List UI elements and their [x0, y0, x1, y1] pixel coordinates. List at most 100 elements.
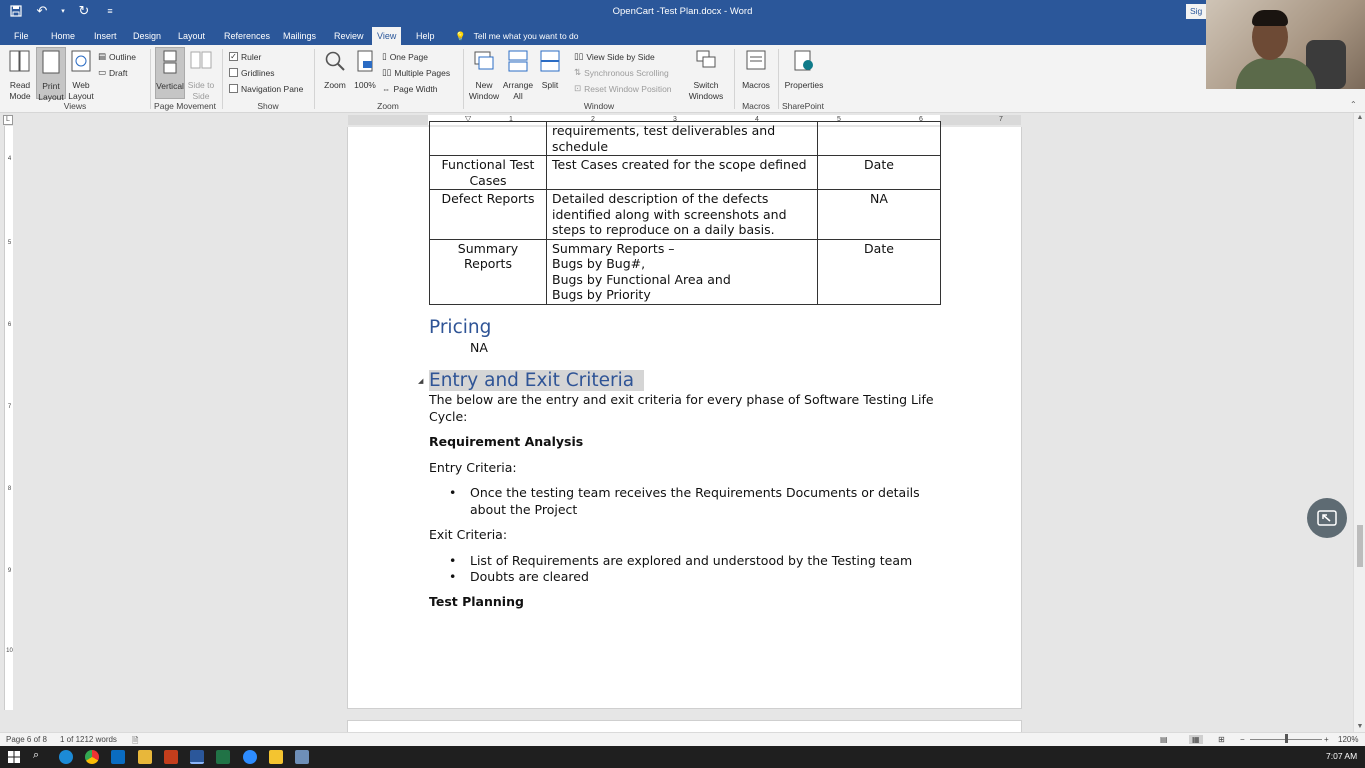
web-layout-button[interactable]: Web Layout	[66, 49, 96, 102]
collapse-heading-icon[interactable]: ◢	[418, 377, 423, 385]
synchronous-scrolling-button[interactable]: ⇅ Synchronous Scrolling	[574, 66, 669, 79]
vertical-button[interactable]: Vertical	[155, 47, 185, 99]
view-side-by-side-button[interactable]: ▯▯ View Side by Side	[574, 50, 655, 63]
edge-icon[interactable]	[59, 750, 73, 764]
collapse-ribbon-icon[interactable]: ⌃	[1350, 100, 1357, 109]
bullet-icon: •	[449, 553, 457, 568]
bullet-icon: •	[449, 569, 457, 584]
arrange-all-icon	[502, 49, 534, 78]
requirement-analysis-heading[interactable]: Requirement Analysis	[429, 434, 583, 451]
vertical-ruler[interactable]: 4 5 6 7 8 9 10	[4, 126, 13, 710]
windows-start-icon[interactable]	[8, 751, 20, 763]
zoom-slider-thumb[interactable]	[1285, 734, 1288, 743]
search-icon[interactable]: ⌕	[33, 749, 39, 762]
split-button[interactable]: Split	[536, 49, 564, 91]
pricing-value[interactable]: NA	[470, 340, 488, 357]
zoom-level[interactable]: 120%	[1338, 735, 1358, 744]
table-cell[interactable]: Date	[817, 238, 941, 305]
print-layout-button[interactable]: Print Layout	[36, 47, 66, 102]
document-page[interactable]: requirements, test deliverables and sche…	[347, 121, 1022, 709]
zoom-in-icon[interactable]: +	[1324, 735, 1329, 744]
zoom-app-icon[interactable]	[243, 750, 257, 764]
tell-me-search[interactable]: 💡 Tell me what you want to do	[455, 27, 578, 45]
table-cell[interactable]	[817, 121, 941, 156]
read-mode-status-icon[interactable]: ▤	[1160, 735, 1168, 744]
list-item[interactable]: Doubts are cleared	[470, 569, 589, 586]
word-icon[interactable]	[190, 750, 204, 764]
tab-references[interactable]: References	[219, 27, 275, 45]
tab-mailings[interactable]: Mailings	[278, 27, 321, 45]
tab-selector[interactable]: L	[3, 115, 13, 125]
page-count[interactable]: Page 6 of 8	[6, 735, 47, 744]
print-layout-status-icon[interactable]: ▦	[1189, 735, 1203, 744]
list-item[interactable]: Once the testing team receives the Requi…	[470, 485, 930, 518]
macros-button[interactable]: Macros	[739, 49, 773, 91]
scroll-down-icon[interactable]: ▼	[1354, 722, 1365, 732]
vertical-scrollbar[interactable]: ▲ ▼	[1353, 113, 1365, 732]
entry-exit-heading[interactable]: Entry and Exit Criteria	[429, 370, 645, 391]
table-cell[interactable]: requirements, test deliverables and sche…	[546, 121, 818, 156]
multiple-pages-button[interactable]: ▯▯ Multiple Pages	[382, 66, 450, 79]
intro-paragraph[interactable]: The below are the entry and exit criteri…	[429, 392, 941, 425]
scrollbar-thumb[interactable]	[1357, 525, 1363, 567]
gridlines-checkbox[interactable]: Gridlines	[229, 66, 275, 79]
tab-review[interactable]: Review	[329, 27, 369, 45]
ruler-checkbox[interactable]: ✓ Ruler	[229, 50, 261, 63]
chrome-icon[interactable]	[85, 750, 99, 764]
sticky-notes-icon[interactable]	[269, 750, 283, 764]
reset-window-position-button[interactable]: ⊡ Reset Window Position	[574, 82, 672, 95]
read-mode-button[interactable]: Read Mode	[5, 49, 35, 102]
file-explorer-icon[interactable]	[138, 750, 152, 764]
web-layout-status-icon[interactable]: ⊞	[1218, 735, 1225, 744]
sign-in-button[interactable]: Sig	[1186, 4, 1207, 19]
tab-home[interactable]: Home	[46, 27, 80, 45]
clock[interactable]: 7:07 AM	[1326, 751, 1357, 761]
outline-label: Outline	[109, 51, 136, 62]
one-page-button[interactable]: ▯ One Page	[382, 50, 428, 63]
tab-layout[interactable]: Layout	[173, 27, 210, 45]
table-cell[interactable]: NA	[817, 189, 941, 240]
pricing-heading[interactable]: Pricing	[429, 317, 491, 338]
table-cell[interactable]: Test Cases created for the scope defined	[546, 155, 818, 190]
navigation-pane-checkbox[interactable]: Navigation Pane	[229, 82, 303, 95]
table-cell[interactable]: Detailed description of the defects iden…	[546, 189, 818, 240]
ruler-number: 10	[6, 648, 13, 654]
list-item[interactable]: List of Requirements are explored and un…	[470, 553, 940, 570]
test-planning-heading[interactable]: Test Planning	[429, 594, 524, 611]
page-width-label: Page Width	[393, 83, 438, 94]
table-cell[interactable]: Summary Reports	[429, 238, 547, 305]
tab-insert[interactable]: Insert	[89, 27, 122, 45]
outlook-icon[interactable]	[111, 750, 125, 764]
entry-criteria-label[interactable]: Entry Criteria:	[429, 460, 517, 477]
exit-fullscreen-button[interactable]	[1307, 498, 1347, 538]
table-cell[interactable]	[429, 121, 547, 156]
excel-icon[interactable]	[216, 750, 230, 764]
draft-button[interactable]: ▭ Draft	[98, 66, 127, 79]
page-width-button[interactable]: ⇔ Page Width	[382, 82, 437, 95]
table-cell[interactable]: Summary Reports – Bugs by Bug#, Bugs by …	[546, 238, 818, 305]
word-count[interactable]: 1 of 1212 words	[60, 735, 117, 744]
powerpoint-icon[interactable]	[164, 750, 178, 764]
table-cell[interactable]: Functional Test Cases	[429, 155, 547, 190]
table-cell[interactable]: Date	[817, 155, 941, 190]
arrange-all-button[interactable]: Arrange All	[502, 49, 534, 102]
tab-file[interactable]: File	[9, 27, 34, 45]
properties-button[interactable]: Properties	[782, 49, 826, 91]
table-cell[interactable]: Defect Reports	[429, 189, 547, 240]
tab-help[interactable]: Help	[411, 27, 440, 45]
tab-view[interactable]: View	[372, 27, 402, 45]
exit-criteria-label[interactable]: Exit Criteria:	[429, 527, 507, 544]
page-width-icon: ⇔	[382, 83, 391, 94]
outline-button[interactable]: ▤ Outline	[98, 50, 136, 63]
switch-windows-icon	[684, 49, 728, 78]
switch-windows-button[interactable]: Switch Windows	[684, 49, 728, 102]
notepad-icon[interactable]	[295, 750, 309, 764]
scroll-up-icon[interactable]: ▲	[1354, 113, 1365, 123]
tab-design[interactable]: Design	[128, 27, 166, 45]
ruler-number: 9	[7, 568, 12, 574]
side-to-side-button[interactable]: Side to Side	[186, 49, 216, 102]
zoom-100-button[interactable]: 100%	[352, 49, 378, 91]
new-window-button[interactable]: New Window	[468, 49, 500, 102]
zoom-out-icon[interactable]: −	[1240, 735, 1245, 744]
zoom-button[interactable]: Zoom	[320, 49, 350, 91]
